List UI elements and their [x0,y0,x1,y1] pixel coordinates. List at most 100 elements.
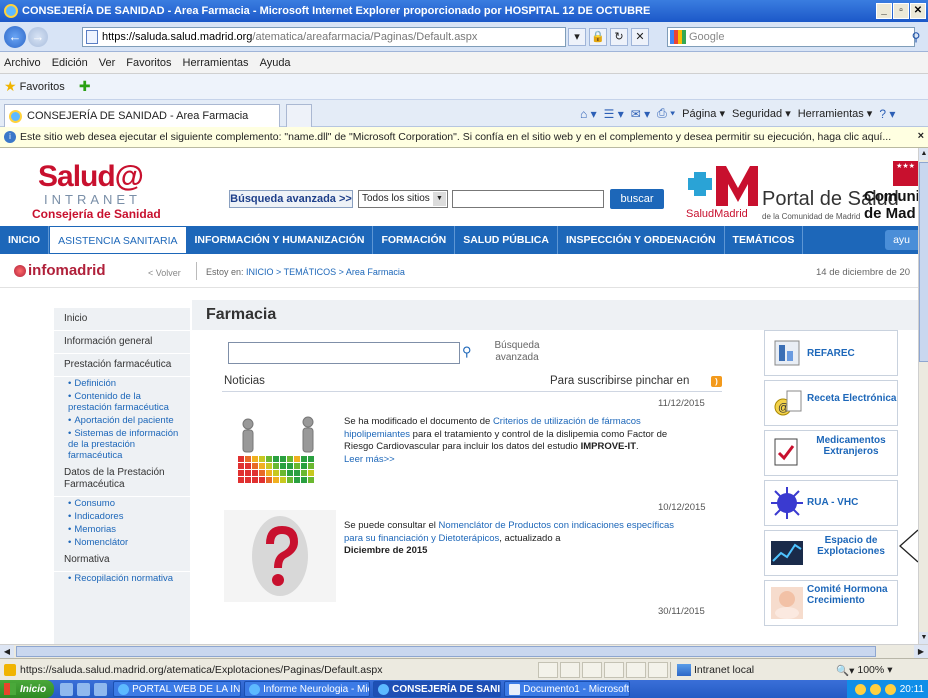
saludmadrid-logo-icon[interactable] [686,162,758,206]
security-zone[interactable]: Intranet local [670,662,760,678]
minimize-button[interactable]: _ [876,3,892,19]
menu-ayuda[interactable]: Ayuda [260,57,291,69]
menu-archivo[interactable]: Archivo [4,57,41,69]
maximize-button[interactable]: ▫ [893,3,909,19]
lock-icon[interactable]: 🔒 [589,28,607,46]
help-icon[interactable]: ? ▾ [879,107,895,121]
new-tab-button[interactable] [286,104,312,127]
sidebar-link-box[interactable]: REFAREC [764,330,898,376]
nav-inspeccion-ordenacion[interactable]: INSPECCIÓN Y ORDENACIÓN [558,226,725,254]
favorites-button[interactable]: Favoritos [20,81,65,93]
scroll-thumb[interactable] [919,162,928,362]
menu-favoritos[interactable]: Favoritos [126,57,171,69]
start-button[interactable]: Inicio [0,680,55,698]
rss-icon[interactable]: ) [711,376,722,387]
ie-quicklaunch-icon[interactable] [60,682,74,696]
tray-icon[interactable] [854,683,866,695]
home-icon[interactable]: ⌂ ▾ [580,107,597,121]
back-icon[interactable]: ← [4,25,26,48]
scroll-right-icon[interactable]: ▶ [914,645,928,658]
leftnav-item[interactable]: Normativa [54,549,190,572]
outlook-quicklaunch-icon[interactable] [77,682,91,696]
taskbar-button[interactable]: PORTAL WEB DE LA INT... [113,681,242,697]
close-button[interactable]: ✕ [910,3,926,19]
nav-ayuda[interactable]: ayu [885,230,918,250]
nav-informacion-humanizacion[interactable]: INFORMACIÓN Y HUMANIZACIÓN [187,226,374,254]
zoom-control[interactable]: 🔍▾ 100% ▾ [836,662,893,678]
cmd-herramientas[interactable]: Herramientas ▾ [798,107,873,120]
comunidad-label[interactable]: Comuni de Mad [864,188,918,222]
advanced-search-button[interactable]: Búsqueda avanzada >> [229,190,353,208]
search-icon[interactable]: ⚲ [462,344,472,360]
leftnav-subitem[interactable]: • Aportación del paciente [54,414,190,427]
leftnav-label: Datos de la Prestación Farmacéutica [64,467,165,490]
menu-edicion[interactable]: Edición [52,57,88,69]
menu-ver[interactable]: Ver [99,57,116,69]
leftnav-subitem[interactable]: • Nomenclátor [54,536,190,549]
print-icon[interactable]: ⎙ ▾ [657,106,675,121]
volume-icon[interactable] [884,683,896,695]
sidebar-link-box[interactable]: Medicamentos Extranjeros [764,430,898,476]
scroll-left-icon[interactable]: ◀ [0,645,14,658]
taskbar-button[interactable]: CONSEJERÍA DE SANID... [373,681,502,697]
search-icon[interactable]: ⚲ [906,28,926,46]
dropdown-icon[interactable]: ▾ [568,28,586,46]
infomadrid-logo[interactable]: infomadrid [14,262,106,279]
refresh-icon[interactable]: ↻ [610,28,628,46]
volver-link[interactable]: < Volver [148,268,181,278]
desktop-quicklaunch-icon[interactable] [94,682,108,696]
farmacia-search-input[interactable] [228,342,460,364]
leftnav-subitem[interactable]: • Contenido de la prestación farmacéutica [54,390,190,414]
site-scope-select[interactable]: Todos los sitios ▼ [358,190,448,208]
nav-asistencia-sanitaria[interactable]: ASISTENCIA SANITARIA [49,226,187,254]
site-search-input[interactable] [452,190,604,208]
leftnav-item[interactable]: Inicio [54,308,190,331]
leftnav-item[interactable]: Prestación farmacéutica [54,354,190,377]
nav-formacion[interactable]: FORMACIÓN [373,226,456,254]
breadcrumb-path[interactable]: INICIO > TEMÁTICOS > Area Farmacia [246,267,405,277]
menu-herramientas[interactable]: Herramientas [183,57,249,69]
cmd-seguridad[interactable]: Seguridad ▾ [732,107,791,120]
cmd-pagina[interactable]: Página ▾ [682,107,725,120]
sidebar-link-box[interactable]: Espacio de Explotaciones [764,530,898,576]
read-more-link[interactable]: Leer más>> [344,454,395,465]
close-icon[interactable]: × [918,130,924,142]
star-icon[interactable]: ★ [4,78,17,95]
leftnav-subitem[interactable]: • Sistemas de información de la prestació… [54,427,190,462]
taskbar-button[interactable]: Informe Neurologia - Mic... [244,681,371,697]
window-titlebar[interactable]: CONSEJERÍA DE SANIDAD - Area Farmacia - … [0,0,928,22]
stop-icon[interactable]: ✕ [631,28,649,46]
taskbar-button[interactable]: Documento1 - Microsoft ... [504,681,631,697]
forward-icon[interactable]: → [28,26,48,47]
search-input[interactable]: Google [667,27,915,47]
leftnav-subitem[interactable]: • Recopilación normativa [54,572,190,585]
address-input[interactable]: https://saluda.salud.madrid.org/atematic… [82,27,566,47]
information-bar[interactable]: i Este sitio web desea ejecutar el sigui… [0,127,928,148]
leftnav-subitem[interactable]: • Definición [54,377,190,390]
leftnav-subitem[interactable]: • Memorias [54,523,190,536]
nav-inicio[interactable]: INICIO [0,226,50,254]
leftnav-subitem[interactable]: • Consumo [54,497,190,510]
add-favorite-icon[interactable]: ✚ [79,78,91,95]
sidebar-link-box[interactable]: Comité Hormona Crecimiento [764,580,898,626]
nav-tematicos[interactable]: TEMÁTICOS [725,226,804,254]
scroll-down-icon[interactable]: ▼ [919,632,928,644]
scroll-up-icon[interactable]: ▲ [919,148,928,160]
vertical-scrollbar[interactable]: ▲ ▼ [918,148,928,644]
salud-logo[interactable]: Salud@ [38,160,144,194]
leftnav-item[interactable]: Datos de la Prestación Farmacéutica [54,462,190,497]
tab-active[interactable]: CONSEJERÍA DE SANIDAD - Area Farmacia [4,104,280,127]
tray-icon[interactable] [869,683,881,695]
sidebar-link-box[interactable]: @ Receta Electrónica [764,380,898,426]
leftnav-item[interactable]: Información general [54,331,190,354]
hscroll-thumb[interactable] [16,646,876,657]
feeds-icon[interactable]: ☰ ▾ [604,107,624,121]
advanced-search-link[interactable]: Búsqueda avanzada [482,340,552,364]
mail-icon[interactable]: ✉ ▾ [631,107,650,121]
leftnav-subitem[interactable]: • Indicadores [54,510,190,523]
nav-salud-publica[interactable]: SALUD PÚBLICA [455,226,558,254]
refarec-icon [774,340,800,366]
buscar-button[interactable]: buscar [610,189,664,209]
horizontal-scrollbar[interactable]: ◀ ▶ [0,644,928,658]
sidebar-link-box[interactable]: RUA - VHC [764,480,898,526]
